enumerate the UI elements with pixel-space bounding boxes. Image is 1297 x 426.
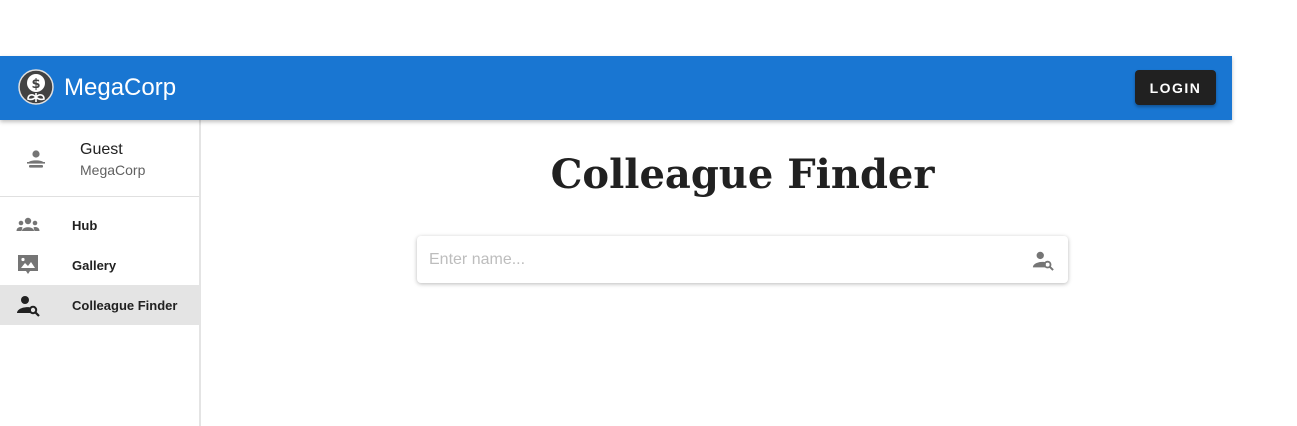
sidebar-item-colleague-finder[interactable]: Colleague Finder	[0, 285, 199, 325]
sidebar-item-label: Colleague Finder	[72, 298, 178, 313]
user-name: Guest	[80, 141, 123, 158]
sidebar-item-label: Hub	[72, 218, 98, 233]
sidebar-item-label: Gallery	[72, 258, 117, 273]
app-root: $ MegaCorp LOGIN Guest MegaCorp Hub Gall…	[0, 56, 1232, 426]
nav-drawer: Guest MegaCorp Hub Gallery Colleague Fin…	[0, 120, 201, 426]
brand-title: MegaCorp	[64, 74, 177, 101]
page-title: Colleague Finder	[550, 151, 935, 198]
top-app-bar: $ MegaCorp LOGIN	[0, 56, 1232, 120]
search-input[interactable]	[429, 246, 1019, 274]
user-org: MegaCorp	[80, 162, 146, 178]
person-search-icon[interactable]	[1032, 249, 1054, 271]
user-profile: Guest MegaCorp	[0, 120, 199, 197]
money-plant-icon: $	[18, 69, 54, 105]
colleague-search-box	[417, 236, 1068, 283]
group-icon	[16, 217, 40, 231]
login-button[interactable]: LOGIN	[1135, 70, 1216, 105]
sidebar-item-gallery[interactable]: Gallery	[0, 245, 199, 285]
photo-chat-icon	[18, 255, 38, 274]
person-icon	[27, 150, 45, 168]
person-search-icon	[17, 296, 40, 317]
svg-text:$: $	[31, 77, 40, 92]
sidebar-item-hub[interactable]: Hub	[0, 205, 199, 245]
